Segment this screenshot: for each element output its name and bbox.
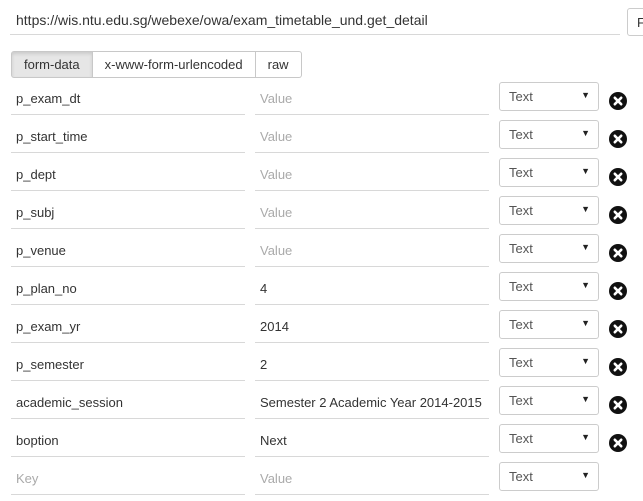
caret-down-icon: ▼ — [581, 318, 590, 328]
param-type-label: Text — [509, 317, 533, 332]
param-row: Text ▼ — [0, 344, 643, 382]
param-row: Text ▼ — [0, 268, 643, 306]
param-row: Text ▼ — [0, 192, 643, 230]
param-key-input[interactable] — [11, 197, 245, 229]
remove-param-button[interactable] — [609, 244, 627, 262]
param-type-select[interactable]: Text ▼ — [499, 158, 599, 187]
param-type-label: Text — [509, 431, 533, 446]
param-value-input[interactable] — [255, 387, 489, 419]
new-param-type-select[interactable]: Text ▼ — [499, 462, 599, 491]
param-key-input[interactable] — [11, 387, 245, 419]
remove-param-button[interactable] — [609, 282, 627, 300]
param-value-input[interactable] — [255, 83, 489, 115]
param-row: Text ▼ — [0, 154, 643, 192]
caret-down-icon: ▼ — [581, 470, 590, 480]
tab-x-www-form-urlencoded[interactable]: x-www-form-urlencoded — [92, 51, 256, 78]
remove-param-button[interactable] — [609, 358, 627, 376]
tab-raw[interactable]: raw — [255, 51, 302, 78]
param-type-label: Text — [509, 469, 533, 484]
param-type-select[interactable]: Text ▼ — [499, 196, 599, 225]
caret-down-icon: ▼ — [581, 242, 590, 252]
param-value-input[interactable] — [255, 349, 489, 381]
param-value-input[interactable] — [255, 425, 489, 457]
param-row: Text ▼ — [0, 116, 643, 154]
param-type-label: Text — [509, 355, 533, 370]
caret-down-icon: ▼ — [581, 166, 590, 176]
param-type-label: Text — [509, 279, 533, 294]
param-key-input[interactable] — [11, 121, 245, 153]
param-row: Text ▼ — [0, 382, 643, 420]
caret-down-icon: ▼ — [581, 204, 590, 214]
close-circle-icon — [613, 286, 623, 296]
close-circle-icon — [613, 438, 623, 448]
param-value-input[interactable] — [255, 273, 489, 305]
param-row: Text ▼ — [0, 230, 643, 268]
param-type-select[interactable]: Text ▼ — [499, 82, 599, 111]
param-type-label: Text — [509, 241, 533, 256]
caret-down-icon: ▼ — [581, 90, 590, 100]
close-circle-icon — [613, 248, 623, 258]
param-key-input[interactable] — [11, 159, 245, 191]
remove-param-button[interactable] — [609, 396, 627, 414]
param-type-select[interactable]: Text ▼ — [499, 120, 599, 149]
caret-down-icon: ▼ — [581, 128, 590, 138]
remove-param-button[interactable] — [609, 130, 627, 148]
close-circle-icon — [613, 362, 623, 372]
param-value-input[interactable] — [255, 159, 489, 191]
remove-param-button[interactable] — [609, 206, 627, 224]
param-key-input[interactable] — [11, 83, 245, 115]
param-key-input[interactable] — [11, 273, 245, 305]
caret-down-icon: ▼ — [581, 356, 590, 366]
param-type-select[interactable]: Text ▼ — [499, 272, 599, 301]
request-action-button[interactable]: F — [627, 8, 643, 36]
close-circle-icon — [613, 134, 623, 144]
caret-down-icon: ▼ — [581, 280, 590, 290]
param-type-select[interactable]: Text ▼ — [499, 386, 599, 415]
param-key-input[interactable] — [11, 235, 245, 267]
remove-param-button[interactable] — [609, 168, 627, 186]
tab-form-data[interactable]: form-data — [11, 51, 93, 78]
new-param-row: Text ▼ — [0, 458, 643, 496]
param-type-label: Text — [509, 393, 533, 408]
new-param-key-input[interactable] — [11, 463, 245, 495]
form-data-params: Text ▼ Text ▼ Text ▼ Text — [0, 78, 643, 496]
param-key-input[interactable] — [11, 349, 245, 381]
caret-down-icon: ▼ — [581, 394, 590, 404]
param-row: Text ▼ — [0, 78, 643, 116]
caret-down-icon: ▼ — [581, 432, 590, 442]
remove-param-button[interactable] — [609, 434, 627, 452]
param-key-input[interactable] — [11, 311, 245, 343]
body-type-tabs: form-data x-www-form-urlencoded raw — [11, 51, 302, 78]
param-value-input[interactable] — [255, 197, 489, 229]
close-circle-icon — [613, 210, 623, 220]
param-value-input[interactable] — [255, 121, 489, 153]
param-type-label: Text — [509, 127, 533, 142]
param-value-input[interactable] — [255, 235, 489, 267]
param-row: Text ▼ — [0, 306, 643, 344]
remove-param-button[interactable] — [609, 92, 627, 110]
param-row: Text ▼ — [0, 420, 643, 458]
url-input[interactable] — [10, 5, 620, 35]
close-circle-icon — [613, 400, 623, 410]
param-type-select[interactable]: Text ▼ — [499, 424, 599, 453]
param-type-label: Text — [509, 203, 533, 218]
close-circle-icon — [613, 172, 623, 182]
param-value-input[interactable] — [255, 311, 489, 343]
param-type-select[interactable]: Text ▼ — [499, 234, 599, 263]
param-key-input[interactable] — [11, 425, 245, 457]
param-type-label: Text — [509, 165, 533, 180]
param-type-select[interactable]: Text ▼ — [499, 310, 599, 339]
new-param-value-input[interactable] — [255, 463, 489, 495]
remove-param-button[interactable] — [609, 320, 627, 338]
close-circle-icon — [613, 96, 623, 106]
param-type-select[interactable]: Text ▼ — [499, 348, 599, 377]
param-type-label: Text — [509, 89, 533, 104]
close-circle-icon — [613, 324, 623, 334]
